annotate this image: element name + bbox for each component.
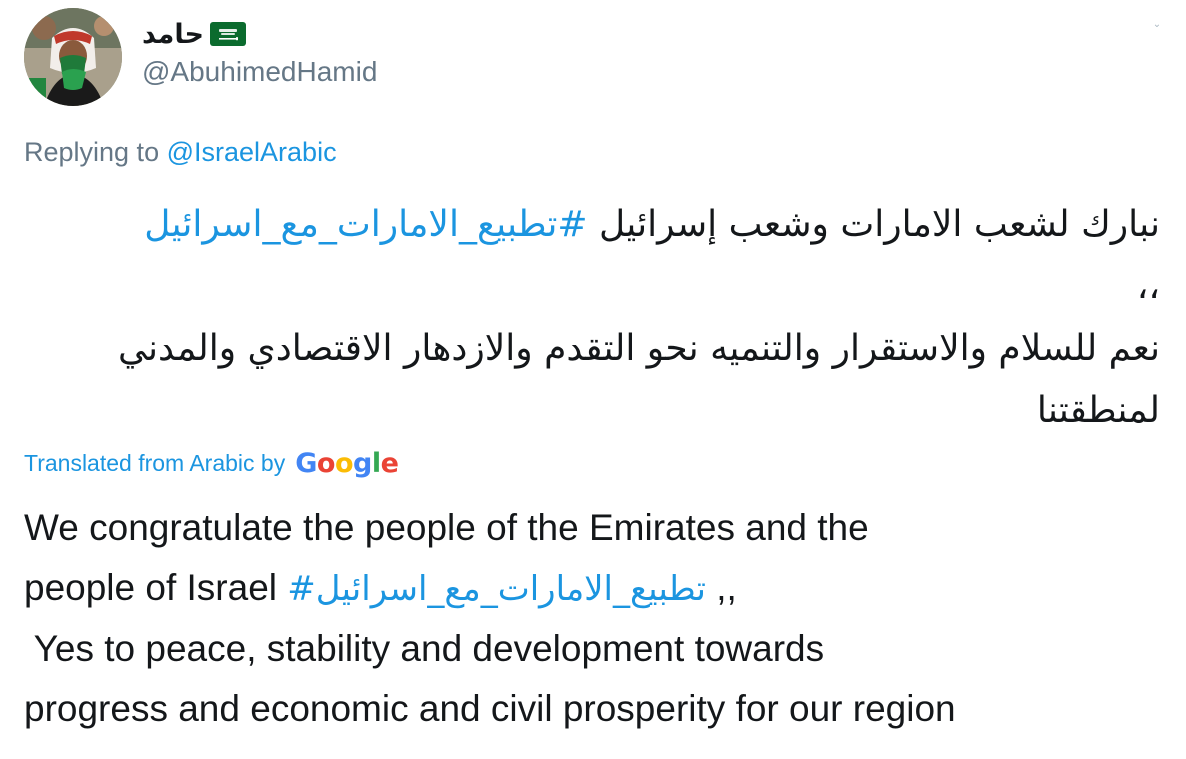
google-logo: Google	[295, 448, 399, 479]
translation-line-4: progress and economic and civil prosperi…	[24, 688, 956, 729]
avatar[interactable]	[24, 8, 122, 106]
arabic-line-3: نعم للسلام والاستقرار والتنميه نحو التقد…	[118, 328, 1160, 431]
display-name[interactable]: حامد	[142, 19, 204, 50]
hashtag-link[interactable]: #تطبيع_الامارات_مع_اسرائيل	[144, 204, 587, 245]
display-name-row[interactable]: حامد	[142, 14, 246, 54]
translation-line-3: Yes to peace, stability and development …	[24, 628, 825, 669]
translation-line-2: people of Israel #تطبيع_الامارات_مع_اسرا…	[24, 558, 1164, 619]
saudi-arabia-flag-icon	[209, 22, 246, 46]
google-letter: g	[353, 448, 372, 479]
profile-photo-icon	[24, 8, 122, 106]
google-letter: l	[371, 448, 381, 479]
replying-to-link[interactable]: @IsraelArabic	[167, 137, 337, 167]
google-letter: G	[295, 448, 317, 479]
arabic-line-1-text: نبارك لشعب الامارات وشعب إسرائيل	[587, 204, 1160, 245]
translation-line-1: We congratulate the people of the Emirat…	[24, 507, 869, 548]
translation-attribution[interactable]: Translated from Arabic by Google	[24, 448, 399, 479]
arabic-line-2: ،،	[1136, 266, 1160, 307]
translation-line-2-suffix: ,,	[705, 567, 737, 608]
translation-line-2-prefix: people of Israel	[24, 567, 288, 608]
user-handle[interactable]: @AbuhimedHamid	[142, 56, 377, 88]
google-letter: e	[380, 448, 399, 479]
tweet-text-arabic: نبارك لشعب الامارات وشعب إسرائيل #تطبيع_…	[24, 194, 1160, 442]
tweet-card: حامد @AbuhimedHamid ⌄ Replying to @Israe…	[0, 0, 1186, 759]
replying-to: Replying to @IsraelArabic	[24, 137, 337, 168]
chevron-down-icon[interactable]: ⌄	[1150, 18, 1164, 32]
arabic-line-1: نبارك لشعب الامارات وشعب إسرائيل #تطبيع_…	[24, 194, 1160, 256]
google-letter: o	[316, 448, 336, 479]
replying-prefix: Replying to	[24, 137, 160, 167]
translation-hashtag-link[interactable]: #تطبيع_الامارات_مع_اسرائيل	[287, 569, 706, 609]
translated-label: Translated from Arabic by	[24, 450, 286, 476]
google-letter: o	[334, 448, 354, 479]
tweet-translation: We congratulate the people of the Emirat…	[24, 498, 1164, 739]
